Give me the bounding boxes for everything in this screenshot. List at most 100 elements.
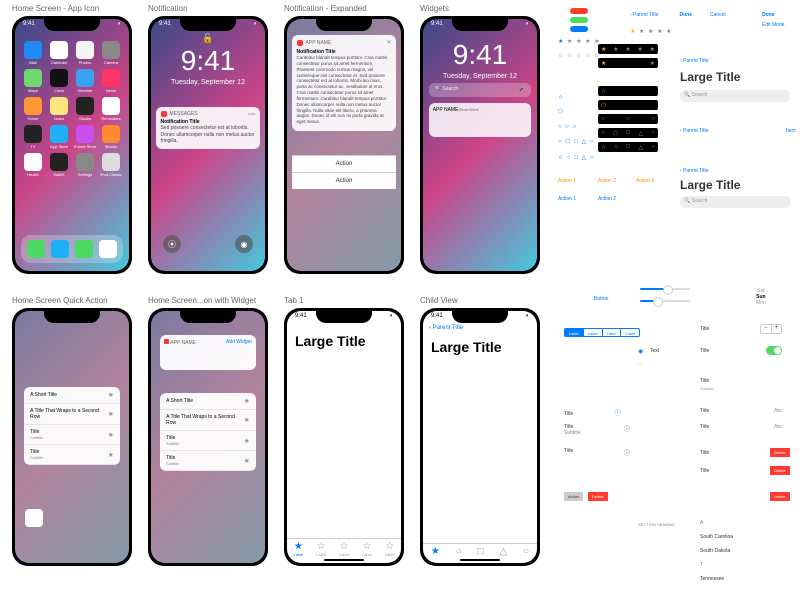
- app-notes[interactable]: Notes: [47, 97, 71, 121]
- quick-action-menu-2: A Short Title★A Title That Wraps to a Se…: [160, 393, 256, 471]
- delete-button[interactable]: Delete: [770, 448, 790, 457]
- label-quick: Home Screen Quick Action: [12, 296, 108, 305]
- app-home[interactable]: Home: [21, 97, 45, 121]
- widget-screen: 9:41◗ 9:41 Tuesday, September 12 🔍 Searc…: [423, 19, 537, 271]
- expanded-notif-card[interactable]: APP NAME✕ Notification Title Curabitur b…: [292, 35, 397, 131]
- app-calendar[interactable]: Calendar: [47, 41, 71, 65]
- dock-messages[interactable]: [75, 240, 93, 258]
- quick-action-item[interactable]: TitleSubtitle★: [160, 451, 256, 471]
- camera-button[interactable]: ◉: [235, 235, 253, 253]
- search-field[interactable]: 🔍 Search🎤: [429, 83, 532, 97]
- quick-action-item[interactable]: A Short Title★: [24, 387, 120, 404]
- quick-action-item[interactable]: TitleSubtitle★: [24, 445, 120, 465]
- quick-action-item[interactable]: A Title That Wraps to a Second Row★: [160, 410, 256, 431]
- tab-5[interactable]: ☆Label: [385, 542, 395, 557]
- radio-on[interactable]: ◉: [638, 348, 643, 355]
- stepper[interactable]: −+: [760, 324, 782, 334]
- notch: [44, 19, 100, 31]
- app-maps[interactable]: Maps: [21, 69, 45, 93]
- app-camera[interactable]: Camera: [99, 41, 123, 65]
- dock-phone[interactable]: [27, 240, 45, 258]
- phone-notification: 9:41◗ 🔓 9:41 Tuesday, September 12 MESSA…: [148, 16, 268, 274]
- large-title: Large Title: [287, 329, 401, 353]
- app-itunes store[interactable]: iTunes Store: [73, 125, 97, 149]
- app-clock[interactable]: Clock: [47, 69, 71, 93]
- segmented-control[interactable]: LabelLabelLabelLabel: [564, 328, 640, 337]
- phone-widgets: 9:41◗ 9:41 Tuesday, September 12 🔍 Searc…: [420, 16, 540, 274]
- tab-2[interactable]: ☆Label: [316, 542, 326, 557]
- action-button-2[interactable]: Action: [292, 172, 397, 189]
- notification-card[interactable]: MESSAGES now Notification Title Sed posu…: [156, 107, 261, 149]
- app-weather[interactable]: Weather: [73, 69, 97, 93]
- design-canvas: Home Screen - App Icon Notification Noti…: [0, 0, 800, 600]
- phone-notif-expanded: APP NAME✕ Notification Title Curabitur b…: [284, 16, 404, 274]
- app-reminders[interactable]: Reminders: [99, 97, 123, 121]
- notch: [316, 19, 372, 31]
- info-icon[interactable]: ⓘ: [615, 411, 621, 417]
- label-notif: Notification: [148, 4, 188, 13]
- radio-off[interactable]: ○: [638, 362, 642, 368]
- flashlight-button[interactable]: ⦿: [163, 235, 181, 253]
- dock-music[interactable]: [99, 240, 117, 258]
- action-button-1[interactable]: Action: [292, 155, 397, 172]
- slider-2[interactable]: [640, 300, 690, 302]
- dock: [21, 235, 124, 263]
- app-photos[interactable]: Photos: [73, 41, 97, 65]
- quick-action-item[interactable]: A Short Title★: [160, 393, 256, 410]
- label-quick-widget: Home Screen...on with Widget: [148, 296, 256, 305]
- action-sheet: Action Action: [292, 155, 397, 189]
- badges: [570, 8, 588, 35]
- phone-child: 9:41◗ ‹ Parent Title Large Title ★ ○ □ △…: [420, 308, 540, 566]
- quick-action-item[interactable]: A Title That Wraps to a Second Row★: [24, 404, 120, 425]
- nav-done: ‹ Parent Title Done: [630, 12, 692, 18]
- dark-tabs: ★★★★★: [598, 44, 658, 54]
- app-icon-highlight[interactable]: [25, 509, 43, 527]
- app-stocks[interactable]: Stocks: [73, 97, 97, 121]
- home-screen: 9:41◗ MailCalendarPhotosCameraMapsClockW…: [15, 19, 129, 271]
- slider-1[interactable]: [640, 288, 690, 290]
- search-bar[interactable]: 🔍 Search: [680, 90, 790, 102]
- section-header: SECTION HEADING: [638, 522, 675, 527]
- app-settings[interactable]: Settings: [73, 153, 97, 177]
- day-picker[interactable]: SatSunMon: [756, 288, 766, 306]
- app-grid: MailCalendarPhotosCamera MapsClockWeather…: [15, 41, 129, 177]
- label-widgets: Widgets: [420, 4, 449, 13]
- label-child: Child View: [420, 296, 458, 305]
- app-ipod classic[interactable]: iPod Classic: [99, 153, 123, 177]
- star-rating[interactable]: ★ ★ ★ ★ ★: [558, 38, 601, 45]
- tab-4[interactable]: ☆Label: [362, 542, 372, 557]
- app-tv[interactable]: TV: [21, 125, 45, 149]
- switch[interactable]: [766, 346, 782, 355]
- widget-preview: APP NAMEAdd Widget: [160, 335, 256, 370]
- lock-screen: 9:41◗ 🔓 9:41 Tuesday, September 12 MESSA…: [151, 19, 265, 271]
- phone-quick-widget: APP NAMEAdd Widget A Short Title★A Title…: [148, 308, 268, 566]
- label-home: Home Screen - App Icon: [12, 4, 99, 13]
- clock-date: Tuesday, September 12: [151, 79, 265, 86]
- lock-icon: 🔓: [151, 33, 265, 44]
- app-health[interactable]: Health: [21, 153, 45, 177]
- phone-quick-action: A Short Title★A Title That Wraps to a Se…: [12, 308, 132, 566]
- tab-bar: ★ ○ □ △ ○: [423, 543, 537, 557]
- app-mail[interactable]: Mail: [21, 41, 45, 65]
- dock-safari[interactable]: [51, 240, 69, 258]
- home-indicator[interactable]: [324, 559, 364, 561]
- expanded-notif-screen: APP NAME✕ Notification Title Curabitur b…: [287, 19, 401, 271]
- back-button[interactable]: ‹ Parent Title: [429, 325, 463, 331]
- tab-3[interactable]: ☆Label: [339, 542, 349, 557]
- app-news[interactable]: News: [99, 69, 123, 93]
- label-tab1: Tab 1: [284, 296, 304, 305]
- app-app store[interactable]: App Store: [47, 125, 71, 149]
- quick-action-item[interactable]: TitleSubtitle★: [160, 431, 256, 451]
- app-wallet[interactable]: Wallet: [47, 153, 71, 177]
- quick-action-item[interactable]: TitleSubtitle★: [24, 425, 120, 445]
- nav-cancel[interactable]: Cancel: [710, 12, 726, 18]
- phone-tab1: 9:41◗ Large Title ★Label ☆Label ☆Label ☆…: [284, 308, 404, 566]
- widget-card[interactable]: APP NAMEShow More: [429, 103, 532, 137]
- quick-action-menu: A Short Title★A Title That Wraps to a Se…: [24, 387, 120, 465]
- phone-home: 9:41◗ MailCalendarPhotosCameraMapsClockW…: [12, 16, 132, 274]
- clock-time: 9:41: [151, 45, 265, 77]
- button-label[interactable]: Button: [594, 296, 608, 302]
- app-ibooks[interactable]: iBooks: [99, 125, 123, 149]
- label-notif-exp: Notification - Expanded: [284, 4, 367, 13]
- tab-1[interactable]: ★Label: [294, 542, 304, 557]
